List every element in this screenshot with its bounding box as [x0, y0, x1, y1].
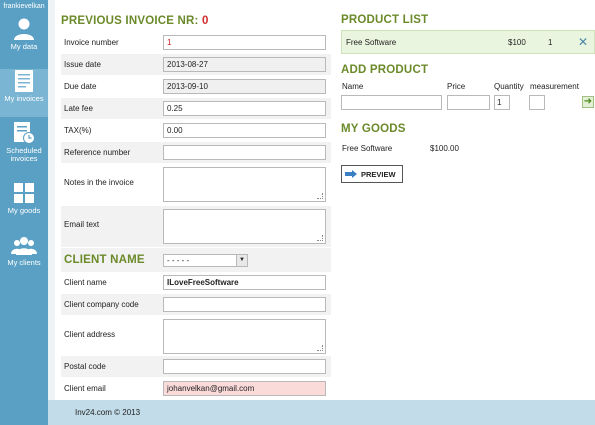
- product-name-input[interactable]: [341, 94, 442, 110]
- email-text-label: Email text: [64, 220, 100, 229]
- client-header: CLIENT NAME - - - - - ▼: [61, 248, 331, 272]
- chevron-down-icon: ▼: [236, 254, 247, 266]
- sidebar-item-label: My clients: [7, 258, 41, 267]
- footer: Inv24.com © 2013: [48, 400, 595, 425]
- sidebar-item-label: My data: [10, 42, 38, 51]
- my-goods-title: MY GOODS: [341, 123, 406, 135]
- document-icon: [15, 70, 33, 92]
- product-measurement-input[interactable]: [529, 94, 545, 110]
- due-date-input[interactable]: 2013-09-10: [163, 79, 326, 94]
- invoice-number-input[interactable]: 1: [163, 35, 326, 50]
- client-select-value: - - - - -: [167, 255, 190, 265]
- client-email-row: Client email johanvelkan@gmail.com: [61, 378, 331, 400]
- name-column-label: Name: [342, 82, 364, 91]
- goods-price: $100.00: [430, 144, 459, 153]
- sidebar-divider: [48, 0, 55, 425]
- reference-number-label: Reference number: [64, 148, 131, 157]
- product-price-input[interactable]: [447, 94, 490, 110]
- client-company-label: Client company code: [64, 300, 139, 309]
- sidebar-item-label: My invoices: [4, 94, 44, 103]
- client-select[interactable]: - - - - - ▼: [163, 253, 248, 267]
- client-name-title: CLIENT NAME: [64, 254, 145, 266]
- due-date-label: Due date: [64, 82, 97, 91]
- late-fee-input[interactable]: 0.25: [163, 101, 326, 116]
- client-address-row: Client address: [61, 316, 331, 356]
- product-name: Free Software: [346, 37, 397, 47]
- client-name-input[interactable]: ILoveFreeSoftware: [163, 275, 326, 290]
- add-product-row: 1 ➜: [341, 93, 595, 111]
- issue-date-input[interactable]: 2013-08-27: [163, 57, 326, 72]
- email-text-row: Email text: [61, 206, 331, 248]
- reference-row: Reference number: [61, 142, 331, 164]
- username: frankievelkan: [0, 0, 48, 13]
- main-content: PREVIOUS INVOICE NR: 0 Invoice number 1 …: [55, 0, 595, 400]
- sidebar-item-my-clients[interactable]: My clients: [0, 233, 48, 281]
- goods-name: Free Software: [342, 144, 393, 153]
- sidebar-item-my-data[interactable]: My data: [0, 17, 48, 65]
- sidebar: frankievelkan My data My invoices Schedu…: [0, 0, 48, 425]
- client-name-label: Client name: [64, 278, 107, 287]
- sidebar-item-scheduled-invoices[interactable]: Scheduled invoices: [0, 121, 48, 177]
- invoice-number-row: Invoice number 1: [61, 32, 331, 54]
- client-company-input[interactable]: [163, 297, 326, 312]
- tax-input[interactable]: 0.00: [163, 123, 326, 138]
- users-icon: [11, 237, 37, 255]
- postal-code-input[interactable]: [163, 359, 326, 374]
- late-fee-row: Late fee 0.25: [61, 98, 331, 120]
- goods-row: Free Software $100.00: [341, 139, 595, 153]
- invoice-number-label: Invoice number: [64, 38, 119, 47]
- sidebar-item-my-goods[interactable]: My goods: [0, 181, 48, 229]
- add-product-icon[interactable]: ➜: [582, 96, 594, 108]
- previous-invoice-number: 0: [201, 15, 209, 27]
- right-panel: PRODUCT LIST Free Software $100 1 ✕ ADD …: [341, 10, 595, 183]
- tax-row: TAX(%) 0.00: [61, 120, 331, 142]
- notes-textarea[interactable]: [163, 167, 326, 202]
- sidebar-item-label: Scheduled invoices: [6, 146, 42, 163]
- arrow-right-icon: [345, 170, 357, 178]
- issue-date-label: Issue date: [64, 60, 101, 69]
- preview-button[interactable]: PREVIEW: [341, 165, 403, 183]
- sidebar-item-my-invoices[interactable]: My invoices: [0, 69, 48, 117]
- measurement-column-label: measurement: [530, 82, 579, 91]
- quantity-column-label: Quantity: [494, 82, 524, 91]
- remove-product-icon[interactable]: ✕: [572, 35, 594, 49]
- product-qty: 1: [548, 37, 553, 47]
- notes-label: Notes in the invoice: [64, 178, 134, 187]
- preview-label: PREVIEW: [361, 169, 396, 179]
- tax-label: TAX(%): [64, 126, 92, 135]
- email-text-textarea[interactable]: [163, 209, 326, 244]
- grid-icon: [14, 183, 34, 203]
- scheduled-document-icon: [14, 122, 35, 144]
- notes-row: Notes in the invoice: [61, 164, 331, 206]
- due-date-row: Due date 2013-09-10: [61, 76, 331, 98]
- postal-code-label: Postal code: [64, 362, 106, 371]
- client-address-label: Client address: [64, 330, 116, 339]
- postal-code-row: Postal code: [61, 356, 331, 378]
- issue-date-row: Issue date 2013-08-27: [61, 54, 331, 76]
- product-list-title: PRODUCT LIST: [341, 14, 429, 26]
- client-name-row: Client name ILoveFreeSoftware: [61, 272, 331, 294]
- client-address-textarea[interactable]: [163, 319, 326, 354]
- invoice-form: PREVIOUS INVOICE NR: 0 Invoice number 1 …: [61, 10, 331, 400]
- product-quantity-input[interactable]: 1: [494, 94, 510, 110]
- client-email-input[interactable]: johanvelkan@gmail.com: [163, 381, 326, 396]
- sidebar-item-label: My goods: [7, 206, 41, 215]
- product-list-row: Free Software $100 1 ✕: [341, 30, 595, 54]
- user-icon: [14, 18, 34, 40]
- add-product-title: ADD PRODUCT: [341, 64, 429, 76]
- price-column-label: Price: [447, 82, 466, 91]
- previous-invoice-title: PREVIOUS INVOICE NR: 0: [61, 15, 209, 27]
- product-price: $100: [508, 37, 526, 47]
- late-fee-label: Late fee: [64, 104, 93, 113]
- client-company-row: Client company code: [61, 294, 331, 316]
- client-email-label: Client email: [64, 384, 106, 393]
- add-product-headers: Name Price Quantity measurement: [341, 82, 595, 92]
- reference-number-input[interactable]: [163, 145, 326, 160]
